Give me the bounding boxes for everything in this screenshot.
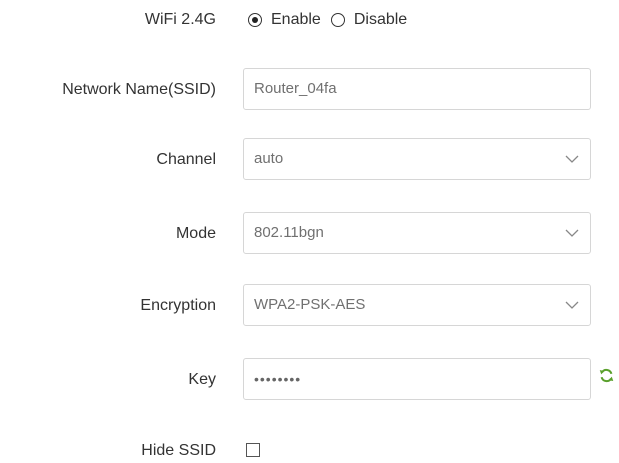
ssid-input[interactable]: Router_04fa bbox=[243, 68, 591, 110]
chevron-down-icon[interactable] bbox=[564, 226, 580, 240]
encryption-value[interactable]: WPA2-PSK-AES bbox=[254, 285, 365, 325]
ssid-value[interactable]: Router_04fa bbox=[254, 69, 337, 109]
wifi-enable-radio[interactable]: Enable bbox=[248, 11, 321, 29]
wifi-enable-label[interactable]: Enable bbox=[271, 11, 321, 29]
wifi-enable-radio-group: Enable Disable bbox=[248, 9, 407, 31]
chevron-down-icon[interactable] bbox=[564, 298, 580, 312]
wifi-disable-label[interactable]: Disable bbox=[354, 11, 407, 29]
refresh-icon[interactable] bbox=[599, 368, 614, 383]
hide-ssid-checkbox[interactable] bbox=[246, 443, 260, 457]
radio-checked-icon[interactable] bbox=[248, 13, 262, 27]
encryption-select[interactable]: WPA2-PSK-AES bbox=[243, 284, 591, 326]
mode-select[interactable]: 802.11bgn bbox=[243, 212, 591, 254]
radio-unchecked-icon[interactable] bbox=[330, 13, 345, 27]
channel-select[interactable]: auto bbox=[243, 138, 591, 180]
key-masked-value[interactable]: •••••••• bbox=[254, 359, 301, 399]
mode-label: Mode bbox=[175, 225, 216, 242]
hide-ssid-label: Hide SSID bbox=[141, 442, 216, 459]
key-password-input[interactable]: •••••••• bbox=[243, 358, 591, 400]
ssid-label: Network Name(SSID) bbox=[62, 81, 216, 98]
channel-label: Channel bbox=[156, 151, 216, 168]
mode-value[interactable]: 802.11bgn bbox=[254, 213, 324, 253]
wifi-settings-form: WiFi 2.4G Enable Disable Network Name(SS… bbox=[0, 0, 619, 463]
key-label: Key bbox=[188, 371, 216, 388]
channel-value[interactable]: auto bbox=[254, 139, 283, 179]
chevron-down-icon[interactable] bbox=[564, 152, 580, 166]
wifi-band-label: WiFi 2.4G bbox=[144, 11, 216, 28]
wifi-disable-radio[interactable]: Disable bbox=[330, 11, 407, 29]
encryption-label: Encryption bbox=[140, 297, 216, 314]
